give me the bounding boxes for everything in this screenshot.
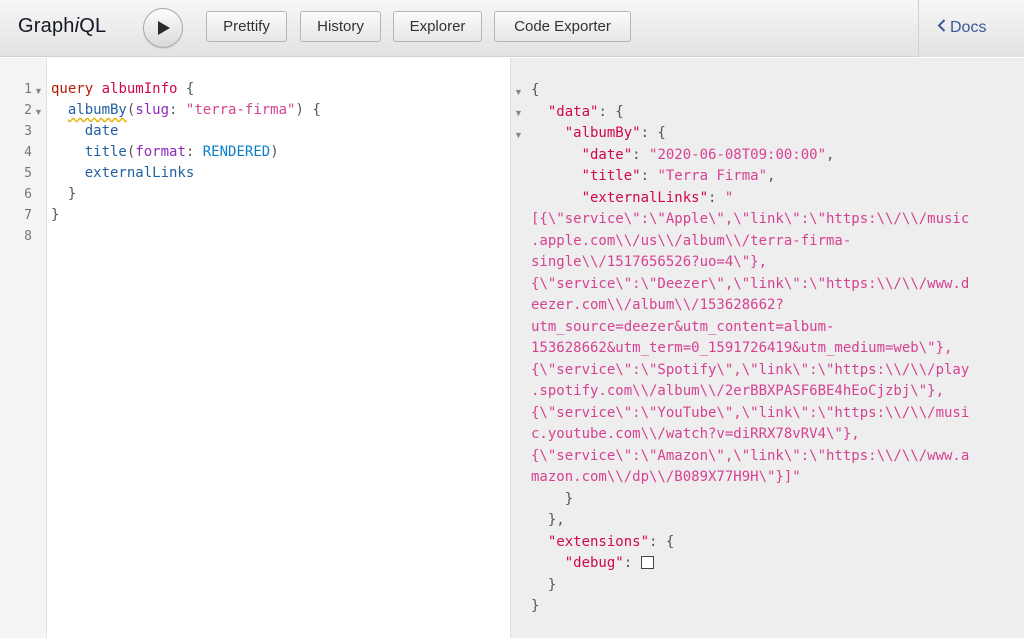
result-string-line: eezer.com\\/album\\/153628662? [531, 297, 784, 313]
result-line: } [547, 576, 557, 593]
result-string-line: {\"service\":\"Deezer\",\"link\":\"https… [531, 275, 970, 292]
fold-arrow-icon[interactable]: ▼ [34, 107, 43, 117]
execute-query-button[interactable] [143, 8, 183, 48]
chevron-left-icon [937, 19, 946, 37]
explorer-button[interactable]: Explorer [393, 11, 482, 42]
code-line-7: } [51, 207, 60, 223]
line-number: 6 [24, 187, 32, 202]
result-string-line: [{\"service\":\"Apple\",\"link\":\"https… [531, 211, 970, 227]
result-string-line: .apple.com\\/us\\/album\\/terra-firma- [531, 232, 852, 249]
result-line: "debug": [531, 553, 654, 575]
result-line: "date": "2020-06-08T09:00:00", [581, 146, 835, 163]
result-string-line: single\\/1517656526?uo=4\"}, [531, 254, 768, 270]
code-line-3: date [84, 123, 119, 139]
code-exporter-button[interactable]: Code Exporter [494, 11, 631, 42]
fold-arrow-icon[interactable]: ▼ [34, 86, 43, 96]
fold-arrow-icon[interactable]: ▼ [514, 108, 523, 118]
result-line: } [564, 490, 574, 507]
result-line: "externalLinks": " [581, 189, 734, 206]
code-line-1: query albumInfo { [51, 81, 195, 97]
result-string-line: mazon.com\\/dp\\/B089X77H9H\"}]" [531, 469, 801, 485]
code-line-6: } [67, 186, 77, 202]
result-line: }, [547, 512, 565, 528]
docs-explorer-toggle[interactable]: Docs [918, 0, 1024, 57]
line-number-gutter: 1 2 3 4 5 6 7 8 ▼ ▼ [0, 58, 47, 638]
result-line: "data": { [547, 103, 624, 120]
fold-arrow-icon[interactable]: ▼ [514, 87, 523, 97]
code-line-5: externalLinks [84, 165, 195, 181]
line-number: 8 [24, 229, 32, 244]
result-string-line: {\"service\":\"YouTube\",\"link\":\"http… [531, 404, 970, 421]
result-string-line: {\"service\":\"Spotify\",\"link\":\"http… [531, 361, 970, 378]
result-line: { [531, 82, 540, 98]
line-number: 1 [24, 82, 32, 97]
history-button[interactable]: History [300, 11, 381, 42]
result-string-line: utm_source=deezer&utm_content=album- [531, 318, 835, 335]
toolbar: GraphiQL Prettify History Explorer Code … [0, 0, 1024, 57]
fold-arrow-icon[interactable]: ▼ [514, 130, 523, 140]
docs-link[interactable]: Docs [937, 19, 986, 37]
line-number: 7 [24, 208, 32, 223]
result-string-line: .spotify.com\\/album\\/2erBBXPASF6BE4hEo… [531, 383, 945, 399]
line-number: 2 [24, 103, 32, 118]
result-string-line: 153628662&utm_term=0_1591726419&utm_medi… [531, 340, 953, 356]
result-line: "extensions": { [547, 533, 675, 550]
result-line: "title": "Terra Firma", [581, 168, 776, 184]
line-number: 5 [24, 166, 32, 181]
result-string-line: c.youtube.com\\/watch?v=diRRX78vRV4\"}, [531, 426, 860, 442]
graphiql-logo: GraphiQL [18, 15, 107, 37]
line-number: 4 [24, 145, 32, 160]
code-line-2: albumBy(slug: "terra-firma") { [67, 102, 321, 118]
result-string-line: {\"service\":\"Amazon\",\"link\":\"https… [531, 447, 970, 464]
result-line: "albumBy": { [564, 125, 666, 141]
result-viewer: ▼ ▼ ▼ { "data": { "albumBy": { "date": "… [511, 58, 1024, 638]
graphiql-app: GraphiQL Prettify History Explorer Code … [0, 0, 1024, 638]
prettify-button[interactable]: Prettify [206, 11, 287, 42]
play-icon [158, 21, 170, 35]
docs-label: Docs [950, 19, 987, 36]
result-line: } [531, 598, 540, 614]
line-number: 3 [24, 124, 32, 139]
query-editor[interactable]: 1 2 3 4 5 6 7 8 ▼ ▼ query albumInfo { al… [0, 58, 511, 638]
code-line-4: title(format: RENDERED) [84, 144, 279, 160]
checkbox-icon [640, 556, 654, 569]
